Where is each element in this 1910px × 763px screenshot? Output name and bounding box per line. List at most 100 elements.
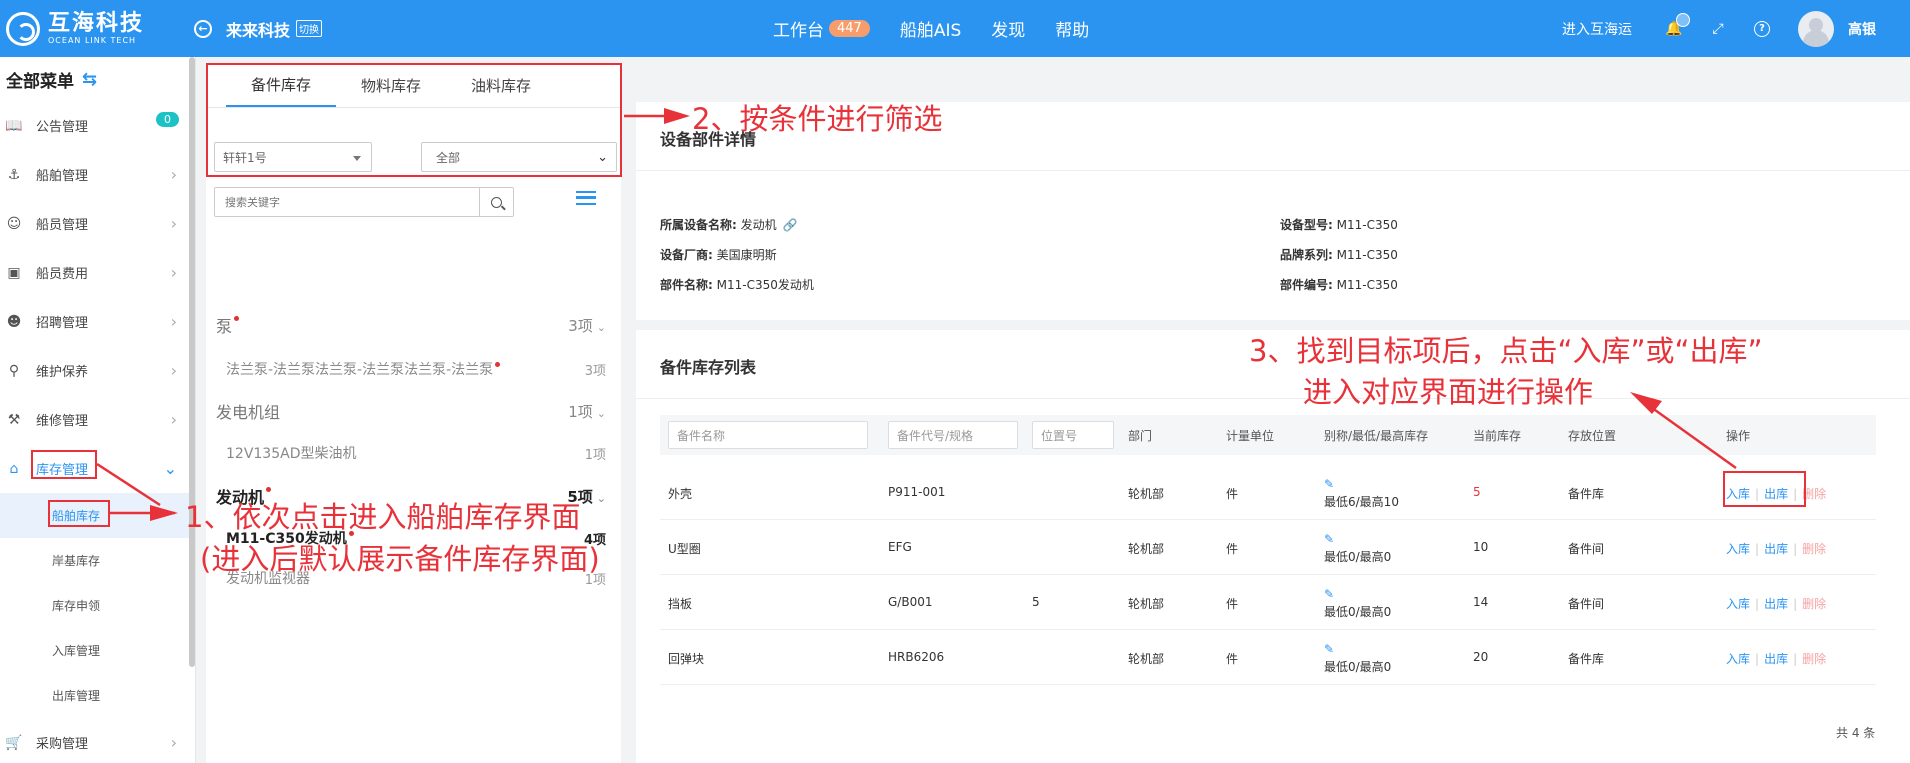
delete-button[interactable]: 删除 <box>1802 540 1826 557</box>
delete-button[interactable]: 删除 <box>1802 650 1826 667</box>
filter-part-name[interactable]: 备件名称 <box>668 421 868 449</box>
stock-in-button[interactable]: 入库 <box>1726 595 1750 612</box>
sidebar-item-crew-cost[interactable]: ▣ 船员费用 › <box>0 248 195 297</box>
table-row: 外壳 P911-001 轮机部 件 ✎ 最低6/最高10 5 备件库 入库 | 出库… <box>660 465 1876 520</box>
chevron-right-icon: › <box>170 733 177 752</box>
sidebar-sub-inbound[interactable]: 入库管理 <box>0 628 195 673</box>
annotation-step1-line1: 1、依次点击进入船舶库存界面 <box>185 500 581 534</box>
col-unit: 计量单位 <box>1226 429 1275 443</box>
menu-title: 全部菜单 ⇆ <box>6 68 98 92</box>
menu-list-icon[interactable] <box>576 191 596 205</box>
field-model: 设备型号: M11-C350 <box>1280 218 1398 232</box>
chevron-down-icon: ⌄ <box>596 491 606 505</box>
link-icon[interactable]: 🔗 <box>782 218 797 232</box>
logo[interactable]: 互海科技 OCEAN LINK TECH <box>0 11 190 46</box>
workbench-count-badge: 447 <box>829 20 870 37</box>
bell-icon[interactable]: 🔔 <box>1665 12 1690 37</box>
chevron-right-icon: › <box>170 214 177 233</box>
edit-icon[interactable]: ✎ <box>1324 475 1399 493</box>
alert-dot <box>495 362 501 367</box>
stock-out-button[interactable]: 出库 <box>1764 540 1788 557</box>
search-input[interactable] <box>215 188 477 216</box>
chevron-right-icon: › <box>170 263 177 282</box>
avatar[interactable] <box>1798 10 1834 47</box>
row-actions: 入库 | 出库 | 删除 <box>1726 540 1827 557</box>
sidebar-item-purchase[interactable]: 🛒 采购管理 › <box>0 718 195 763</box>
stock-out-button[interactable]: 出库 <box>1764 595 1788 612</box>
announcement-badge: 0 <box>156 112 179 127</box>
swap-icon[interactable]: ⇆ <box>82 69 97 90</box>
highlight-box-inventory <box>31 450 97 479</box>
col-location: 存放位置 <box>1568 429 1617 443</box>
tree-item[interactable]: 12V135AD型柴油机 1项 <box>226 438 606 468</box>
annotation-step3-line2: 进入对应界面进行操作 <box>1303 375 1594 409</box>
logo-icon <box>6 11 40 46</box>
nav-workbench[interactable]: 工作台 447 <box>773 16 870 41</box>
wallet-icon: ▣ <box>7 264 21 281</box>
divider <box>636 398 1910 399</box>
sidebar-item-crew[interactable]: ☺ 船员管理 › <box>0 199 195 248</box>
recruit-icon: ☻ <box>6 313 22 330</box>
sidebar-sub-shore-inventory[interactable]: 岸基库存 <box>0 538 195 583</box>
org-switcher: ← 来来科技 切换 <box>194 17 323 41</box>
switch-org-button[interactable]: 切换 <box>296 20 323 37</box>
back-icon[interactable]: ← <box>194 19 212 38</box>
help-icon[interactable]: ? <box>1754 20 1770 37</box>
edit-icon[interactable]: ✎ <box>1324 530 1391 548</box>
sidebar-item-recruit[interactable]: ☻ 招聘管理 › <box>0 297 195 346</box>
alert-dot <box>234 316 240 321</box>
filter-position[interactable]: 位置号 <box>1032 421 1114 449</box>
annotation-step1-line2: (进入后默认展示备件库存界面) <box>200 542 600 576</box>
nav-help[interactable]: 帮助 <box>1055 16 1089 41</box>
sidebar-item-repair[interactable]: ⚒ 维修管理 › <box>0 395 195 444</box>
fullscreen-icon[interactable]: ⤢ <box>1710 21 1726 37</box>
edit-icon[interactable]: ✎ <box>1324 640 1391 658</box>
enter-hhy-link[interactable]: 进入互海运 <box>1562 19 1632 39</box>
filter-part-code[interactable]: 备件代号/规格 <box>888 421 1018 449</box>
chevron-down-icon: ⌄ <box>596 406 606 420</box>
edit-icon[interactable]: ✎ <box>1324 585 1391 603</box>
wrench-icon: ⚒ <box>7 411 21 428</box>
row-actions: 入库 | 出库 | 删除 <box>1726 595 1827 612</box>
org-name: 来来科技 <box>226 20 291 40</box>
logo-subtext: OCEAN LINK TECH <box>48 36 137 45</box>
sidebar-sub-outbound[interactable]: 出库管理 <box>0 673 195 718</box>
chevron-right-icon: › <box>170 410 177 429</box>
divider <box>636 170 1910 171</box>
stock-in-button[interactable]: 入库 <box>1726 540 1750 557</box>
tree-group[interactable]: 泵 3项 ⌄ <box>216 310 606 340</box>
cart-icon: 🛒 <box>5 734 23 751</box>
tree-item[interactable]: 法兰泵-法兰泵法兰泵-法兰泵法兰泵-法兰泵 3项 <box>226 354 606 384</box>
sidebar-item-maintenance[interactable]: ⚲ 维护保养 › <box>0 346 195 395</box>
search-box <box>214 187 514 217</box>
top-bar: 互海科技 OCEAN LINK TECH ← 来来科技 切换 工作台 447 船… <box>0 0 1910 57</box>
main-nav: 工作台 447 船舶AIS 发现 帮助 <box>773 0 1119 57</box>
total-count: 共 4 条 <box>1836 726 1876 740</box>
annotation-step2: 2、按条件进行筛选 <box>692 102 943 136</box>
highlight-box-actions <box>1723 471 1806 507</box>
sidebar-item-announcements[interactable]: 📖 公告管理 0 <box>0 101 195 150</box>
alert-dot <box>266 487 272 492</box>
annotation-step3-line1: 3、找到目标项后，点击“入库”或“出库” <box>1249 334 1763 368</box>
nav-discover[interactable]: 发现 <box>991 16 1025 41</box>
nav-ais[interactable]: 船舶AIS <box>900 16 961 41</box>
delete-button[interactable]: 删除 <box>1802 595 1826 612</box>
field-manufacturer: 设备厂商: 美国康明斯 <box>660 248 777 262</box>
search-button[interactable] <box>479 188 513 216</box>
table-row: U型圈 EFG 轮机部 件 ✎ 最低0/最高0 10 备件间 入库 | 出库 | 删除 <box>660 520 1876 575</box>
sidebar-sub-requisition[interactable]: 库存申领 <box>0 583 195 628</box>
home-icon: ⌂ <box>9 460 19 477</box>
sidebar: 全部菜单 ⇆ 📖 公告管理 0 ⚓ 船舶管理 › ☺ 船员管理 › ▣ 船员费用… <box>0 57 196 763</box>
sidebar-item-ships[interactable]: ⚓ 船舶管理 › <box>0 150 195 199</box>
stock-low: 5 <box>1473 485 1481 499</box>
user-name[interactable]: 高银 <box>1848 19 1876 39</box>
field-equipment-name: 所属设备名称: 发动机 🔗 <box>660 218 798 232</box>
sidebar-item-inventory[interactable]: ⌂ 库存管理 ⌄ <box>0 444 195 493</box>
stock-out-button[interactable]: 出库 <box>1764 650 1788 667</box>
stock-in-button[interactable]: 入库 <box>1726 650 1750 667</box>
field-part-number: 部件编号: M11-C350 <box>1280 278 1398 292</box>
search-icon <box>491 196 502 208</box>
inventory-panel: 备件库存列表 备件名称 备件代号/规格 位置号 部门 计量单位 别称/最低/最高… <box>636 330 1910 763</box>
tree-group[interactable]: 发电机组 1项 ⌄ <box>216 396 606 426</box>
inventory-title: 备件库存列表 <box>660 358 757 377</box>
